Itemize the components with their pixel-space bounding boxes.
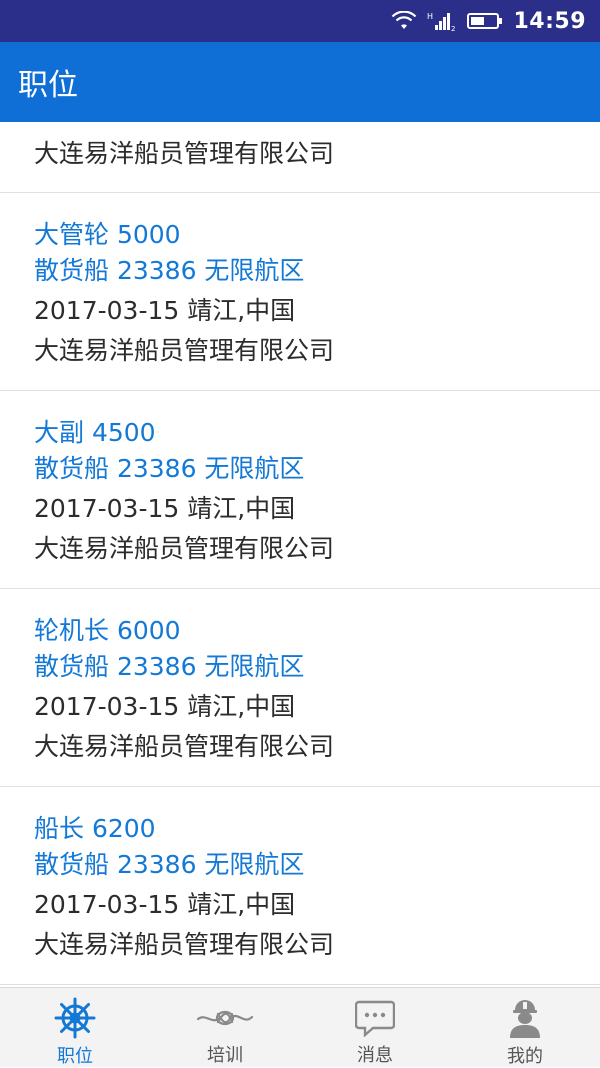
list-item[interactable]: 船长 6200 散货船 23386 无限航区 2017-03-15 靖江,中国 … — [0, 787, 600, 985]
job-position: 大管轮 5000 — [34, 220, 181, 249]
job-company: 大连易洋船员管理有限公司 — [34, 336, 335, 365]
job-ship: 散货船 23386 无限航区 — [34, 850, 305, 879]
job-date-place: 2017-03-15 靖江,中国 — [34, 296, 296, 325]
tab-training[interactable]: 培训 — [150, 988, 300, 1067]
job-position: 大副 4500 — [34, 418, 156, 447]
message-icon — [355, 998, 395, 1037]
wifi-icon — [391, 11, 417, 31]
tab-jobs[interactable]: 职位 — [0, 988, 150, 1067]
job-company: 大连易洋船员管理有限公司 — [34, 732, 335, 761]
app-bar: 职位 — [0, 42, 600, 122]
tab-profile[interactable]: 我的 — [450, 988, 600, 1067]
signal-icon: H 2 — [427, 10, 457, 32]
list-item[interactable]: 大副 4500 散货船 23386 无限航区 2017-03-15 靖江,中国 … — [0, 391, 600, 589]
tab-label: 培训 — [207, 1045, 243, 1066]
tab-label: 职位 — [57, 1046, 93, 1067]
job-ship: 散货船 23386 无限航区 — [34, 652, 305, 681]
job-position: 船长 6200 — [34, 814, 156, 843]
page-title: 职位 — [18, 68, 78, 103]
list-item[interactable]: 大连易洋船员管理有限公司 — [0, 122, 600, 193]
status-time: 14:59 — [513, 8, 586, 34]
job-date-place: 2017-03-15 靖江,中国 — [34, 890, 296, 919]
job-company: 大连易洋船员管理有限公司 — [34, 534, 335, 563]
bottom-tab-bar: 职位 培训 消息 我的 — [0, 987, 600, 1067]
list-item[interactable]: 轮机长 6000 散货船 23386 无限航区 2017-03-15 靖江,中国… — [0, 589, 600, 787]
svg-text:H: H — [427, 12, 433, 21]
job-position: 轮机长 6000 — [34, 616, 181, 645]
status-bar: H 2 14:59 — [0, 0, 600, 42]
job-ship: 散货船 23386 无限航区 — [34, 256, 305, 285]
battery-icon — [467, 11, 503, 31]
job-date-place: 2017-03-15 靖江,中国 — [34, 692, 296, 721]
job-ship: 散货船 23386 无限航区 — [34, 454, 305, 483]
tab-messages[interactable]: 消息 — [300, 988, 450, 1067]
job-company: 大连易洋船员管理有限公司 — [34, 930, 335, 959]
ship-wheel-icon — [54, 997, 96, 1039]
job-date-place: 2017-03-15 靖江,中国 — [34, 494, 296, 523]
worker-icon — [507, 998, 543, 1038]
tab-label: 消息 — [357, 1045, 393, 1066]
job-list[interactable]: 大连易洋船员管理有限公司 大管轮 5000 散货船 23386 无限航区 201… — [0, 122, 600, 987]
rope-knot-icon — [196, 998, 254, 1037]
job-company: 大连易洋船员管理有限公司 — [34, 139, 335, 168]
list-item[interactable]: 大管轮 5000 散货船 23386 无限航区 2017-03-15 靖江,中国… — [0, 193, 600, 391]
svg-text:2: 2 — [451, 25, 455, 32]
tab-label: 我的 — [507, 1046, 543, 1067]
